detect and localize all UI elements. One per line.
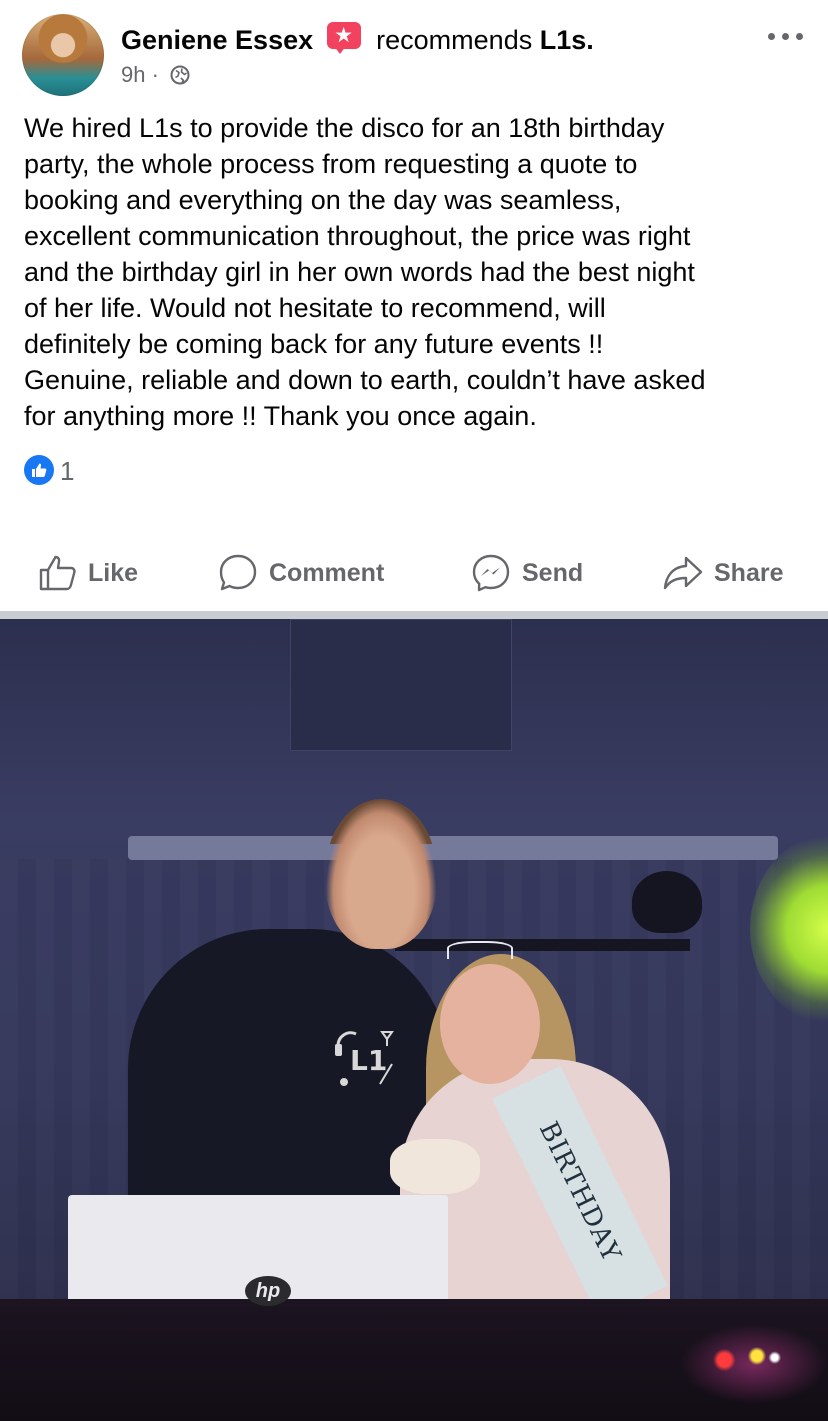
recommends-label: recommends	[376, 25, 533, 55]
comment-button[interactable]: Comment	[217, 545, 384, 601]
booth-lights	[680, 1324, 828, 1404]
share-button[interactable]: Share	[662, 545, 783, 601]
ceiling-panel	[290, 619, 512, 751]
like-reaction-icon	[24, 455, 54, 485]
comment-bubble-icon	[219, 554, 257, 591]
post-meta: 9h ·	[121, 62, 191, 88]
dj-head	[325, 799, 437, 949]
messenger-icon	[472, 554, 510, 592]
reactions-summary[interactable]: 1	[24, 455, 74, 487]
like-button[interactable]: Like	[38, 545, 138, 601]
post-time[interactable]: 9h	[121, 62, 145, 87]
birthday-girl-face	[440, 964, 540, 1084]
send-button[interactable]: Send	[470, 545, 583, 601]
l1s-logo-icon: L1	[335, 1031, 394, 1086]
more-options-icon[interactable]	[764, 24, 808, 48]
recommendation-icon: ★	[326, 22, 361, 54]
author-line: Geniene Essex ★ recommends L1s.	[121, 22, 594, 57]
send-label: Send	[522, 558, 584, 587]
hand	[390, 1139, 480, 1194]
ceiling-light	[128, 836, 778, 860]
share-arrow-icon	[663, 556, 703, 590]
post-body-text: We hired L1s to provide the disco for an…	[24, 113, 706, 431]
svg-text:L1: L1	[350, 1044, 387, 1077]
page-name-link[interactable]: L1s.	[540, 25, 594, 55]
section-divider	[0, 611, 828, 619]
post-actions-bar: Like Comment Send Share	[0, 545, 828, 601]
like-label: Like	[88, 558, 139, 587]
laptop-brand-logo: hp	[245, 1276, 291, 1306]
meta-separator: ·	[151, 62, 159, 87]
lighting-truss	[395, 939, 690, 951]
reaction-count: 1	[60, 456, 75, 486]
speaker	[632, 871, 702, 933]
tiara	[447, 941, 513, 959]
author-avatar[interactable]	[22, 14, 104, 96]
comment-label: Comment	[269, 558, 385, 587]
author-name[interactable]: Geniene Essex	[121, 25, 313, 55]
post-header: Geniene Essex ★ recommends L1s. 9h ·	[0, 0, 828, 110]
globe-icon	[170, 65, 190, 85]
thumbs-up-icon	[39, 555, 76, 591]
post-photo[interactable]: L1 BIRTHDAY hp	[0, 619, 828, 1421]
share-label: Share	[714, 558, 784, 587]
